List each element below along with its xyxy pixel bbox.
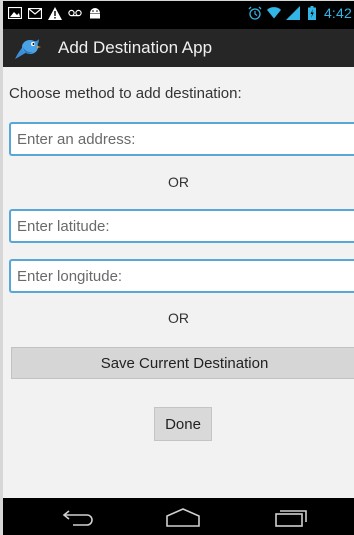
done-button[interactable]: Done xyxy=(154,407,212,441)
address-input[interactable] xyxy=(11,124,354,154)
longitude-input[interactable] xyxy=(11,261,354,291)
app-title: Add Destination App xyxy=(58,38,213,57)
save-current-destination-button[interactable]: Save Current Destination xyxy=(11,347,354,379)
method-prompt: Choose method to add destination: xyxy=(9,85,242,102)
latitude-input[interactable] xyxy=(11,211,354,241)
alarm-icon xyxy=(248,6,262,20)
bird-logo-icon[interactable] xyxy=(11,35,41,61)
wifi-icon xyxy=(266,6,281,20)
or-separator-1: OR xyxy=(168,174,189,190)
recent-apps-icon[interactable] xyxy=(271,504,311,530)
status-time: 4:42 xyxy=(323,5,352,21)
system-icons: 4:42 xyxy=(248,5,352,21)
main-content: Choose method to add destination: OR OR … xyxy=(3,67,354,498)
back-icon[interactable] xyxy=(58,504,98,530)
notification-icons xyxy=(8,6,102,20)
voicemail-icon xyxy=(68,6,82,20)
home-icon[interactable] xyxy=(163,504,203,530)
navigation-bar xyxy=(3,498,354,535)
android-icon xyxy=(88,6,102,20)
action-bar: Add Destination App xyxy=(3,29,354,67)
screenshot-icon xyxy=(8,6,22,20)
longitude-field[interactable] xyxy=(9,259,354,293)
address-field[interactable] xyxy=(9,122,354,156)
email-icon xyxy=(28,6,42,20)
or-separator-2: OR xyxy=(168,310,189,326)
battery-icon xyxy=(305,6,319,20)
signal-icon xyxy=(285,6,300,20)
warning-icon xyxy=(48,6,62,20)
status-bar: 4:42 xyxy=(3,1,354,29)
latitude-field[interactable] xyxy=(9,209,354,243)
